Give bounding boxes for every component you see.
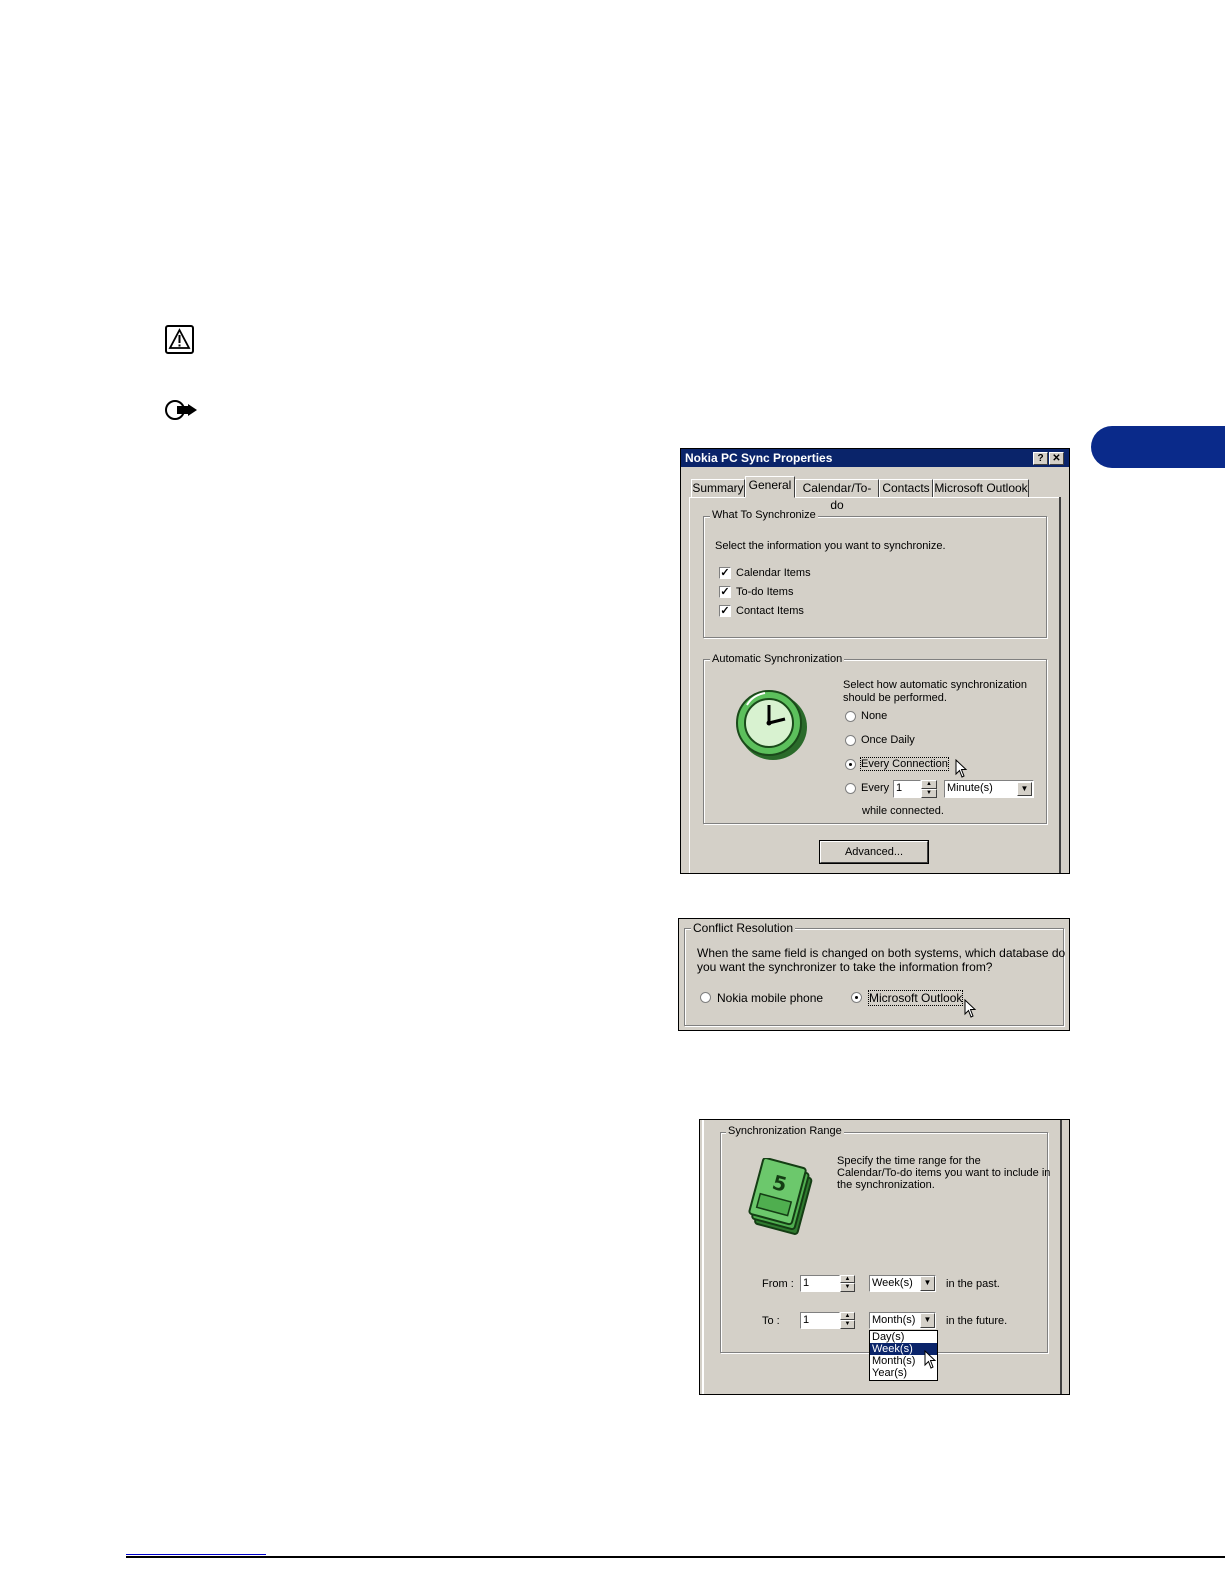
money-icon: 5 (748, 1157, 820, 1236)
from-unit-dropdown-button[interactable]: ▼ (920, 1276, 935, 1291)
pc-sync-properties-dialog: Nokia PC Sync Properties ? ✕ Summary Gen… (680, 448, 1070, 874)
nokia-phone-radio[interactable] (700, 992, 711, 1003)
to-value-input[interactable]: 1 (800, 1312, 840, 1329)
from-value-input[interactable]: 1 (800, 1275, 840, 1292)
sync-range-instruction-1: Specify the time range for the (837, 1155, 981, 1167)
tab-microsoft-outlook[interactable]: Microsoft Outlook (933, 479, 1029, 498)
every-radio-label[interactable]: Every (861, 782, 889, 794)
auto-sync-instruction-2: should be performed. (843, 692, 947, 704)
help-button[interactable]: ? (1033, 452, 1048, 465)
chapter-tab (1091, 426, 1225, 468)
interval-spin-up[interactable]: ▲ (921, 780, 937, 789)
conflict-resolution-group (684, 928, 1064, 1026)
calendar-items-label[interactable]: Calendar Items (736, 567, 811, 579)
every-connection-radio[interactable] (845, 759, 856, 770)
once-daily-radio-label[interactable]: Once Daily (861, 734, 915, 746)
sync-range-instruction-3: the synchronization. (837, 1179, 935, 1191)
auto-sync-instruction-1: Select how automatic synchronization (843, 679, 1028, 691)
conflict-resolution-label: Conflict Resolution (691, 921, 796, 935)
auto-sync-label: Automatic Synchronization (710, 653, 845, 665)
interval-spin-down[interactable]: ▼ (921, 789, 937, 798)
mouse-cursor-icon (924, 1349, 938, 1373)
mouse-cursor-icon (964, 998, 978, 1022)
sync-range-label: Synchronization Range (726, 1125, 844, 1137)
what-to-sync-label: What To Synchronize (710, 509, 818, 521)
tab-general[interactable]: General (745, 476, 795, 498)
to-unit-dropdown-button[interactable]: ▼ (920, 1313, 935, 1328)
dialog-titlebar: Nokia PC Sync Properties (681, 449, 1069, 467)
conflict-question-2: you want the synchronizer to take the in… (697, 960, 993, 974)
every-connection-radio-label[interactable]: Every Connection (860, 757, 949, 771)
dropdown-option-days[interactable]: Day(s) (870, 1331, 937, 1343)
footer-rule (126, 1556, 1225, 1558)
contact-items-label[interactable]: Contact Items (736, 605, 804, 617)
every-radio[interactable] (845, 783, 856, 794)
panel-left-edge (702, 1120, 704, 1394)
microsoft-outlook-radio-label[interactable]: Microsoft Outlook (867, 990, 964, 1006)
every-interval-input[interactable]: 1 (893, 780, 921, 798)
footer-link-underline (126, 1554, 266, 1555)
contact-items-checkbox[interactable]: ✓ (719, 605, 731, 617)
none-radio-label[interactable]: None (861, 710, 887, 722)
microsoft-outlook-radio[interactable] (851, 992, 862, 1003)
close-button[interactable]: ✕ (1049, 452, 1064, 465)
advanced-button[interactable]: Advanced... (820, 841, 928, 863)
panel-right-edge (1060, 1120, 1062, 1394)
tab-calendar-todo[interactable]: Calendar/To-do (795, 479, 879, 512)
calendar-items-checkbox[interactable]: ✓ (719, 567, 731, 579)
from-suffix: in the past. (946, 1278, 1000, 1290)
to-spin-down[interactable]: ▼ (840, 1320, 855, 1329)
from-spin-up[interactable]: ▲ (840, 1275, 855, 1283)
none-radio[interactable] (845, 711, 856, 722)
from-spin-down[interactable]: ▼ (840, 1283, 855, 1292)
to-label: To : (762, 1315, 780, 1327)
once-daily-radio[interactable] (845, 735, 856, 746)
pointing-hand-icon (164, 399, 198, 421)
tab-contacts[interactable]: Contacts (879, 479, 933, 498)
conflict-resolution-panel: Conflict Resolution When the same field … (678, 918, 1070, 1031)
dialog-title: Nokia PC Sync Properties (685, 451, 833, 465)
conflict-question-1: When the same field is changed on both s… (697, 946, 1066, 960)
tab-summary[interactable]: Summary (691, 479, 745, 498)
interval-unit-dropdown-button[interactable]: ▼ (1017, 782, 1032, 796)
dialog-right-edge (1059, 497, 1061, 873)
sync-range-instruction-2: Calendar/To-do items you want to include… (837, 1167, 1051, 1179)
nokia-phone-radio-label[interactable]: Nokia mobile phone (717, 991, 823, 1005)
mouse-cursor-icon (955, 758, 969, 782)
todo-items-label[interactable]: To-do Items (736, 586, 793, 598)
clock-icon (733, 685, 811, 763)
to-suffix: in the future. (946, 1315, 1008, 1327)
sync-range-panel: Synchronization Range 5 Specify the time… (699, 1119, 1070, 1395)
while-connected-text: while connected. (862, 805, 944, 817)
to-spin-up[interactable]: ▲ (840, 1312, 855, 1320)
warning-icon (165, 325, 194, 354)
what-to-sync-instruction: Select the information you want to synch… (715, 540, 946, 552)
from-label: From : (762, 1278, 794, 1290)
todo-items-checkbox[interactable]: ✓ (719, 586, 731, 598)
